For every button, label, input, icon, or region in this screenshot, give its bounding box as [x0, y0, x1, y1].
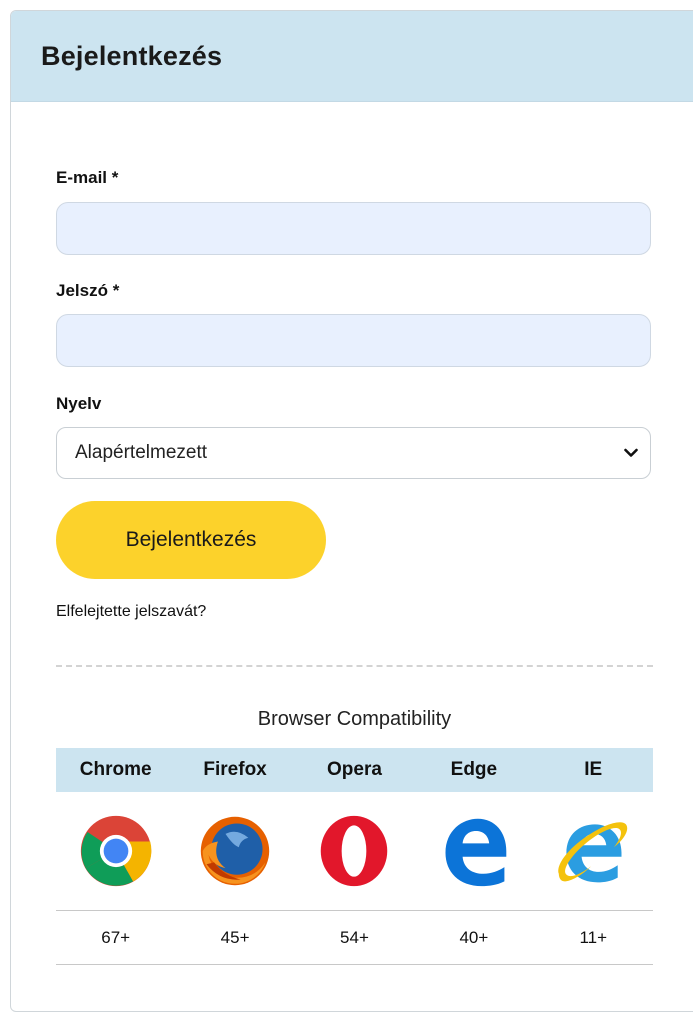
compatibility-table: Chrome Firefox Opera Edge IE 67+ 45+ 54+…	[56, 748, 653, 965]
login-button[interactable]: Bejelentkezés	[56, 501, 326, 579]
chevron-down-icon	[624, 448, 638, 457]
card-header: Bejelentkezés	[11, 11, 693, 102]
browser-name: Edge	[450, 759, 498, 780]
login-card: Bejelentkezés E-mail * Jelszó * Nyelv Al…	[10, 10, 693, 1012]
compatibility-title: Browser Compatibility	[257, 708, 452, 730]
edge-icon	[445, 818, 507, 887]
compatibility-icons-row	[56, 792, 653, 911]
browser-version: 40+	[459, 927, 489, 947]
password-field[interactable]	[56, 314, 651, 367]
ie-icon	[558, 822, 628, 883]
language-label: Nyelv	[56, 394, 102, 413]
browser-version: 45+	[220, 927, 250, 947]
browser-version: 11+	[579, 927, 608, 947]
password-label: Jelszó *	[56, 281, 120, 300]
browser-version: 54+	[340, 927, 369, 947]
browser-name: Firefox	[203, 759, 267, 780]
browser-name: IE	[584, 759, 603, 780]
browser-name: Opera	[327, 759, 382, 780]
language-select-value: Alapértelmezett	[75, 442, 208, 463]
browser-version: 67+	[101, 927, 131, 947]
firefox-icon	[200, 816, 270, 886]
compatibility-versions-row: 67+ 45+ 54+ 40+ 11+	[56, 911, 653, 965]
page-title: Bejelentkezés	[41, 40, 223, 71]
chrome-icon	[80, 815, 152, 887]
email-field[interactable]	[56, 202, 651, 255]
language-select[interactable]: Alapértelmezett	[56, 427, 651, 479]
compatibility-header-row: Chrome Firefox Opera Edge IE	[56, 748, 653, 792]
forgot-password-link[interactable]: Elfelejtette jelszavát?	[56, 603, 206, 621]
email-label: E-mail *	[56, 168, 119, 187]
opera-icon	[321, 815, 388, 887]
divider	[56, 665, 653, 667]
browser-name: Chrome	[79, 759, 152, 780]
